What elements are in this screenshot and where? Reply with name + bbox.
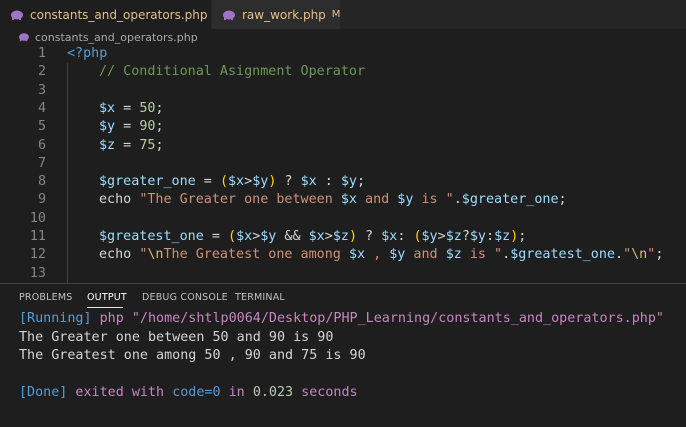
tab-debug-console[interactable]: DEBUG CONSOLE (142, 292, 228, 303)
code-line: 1 <?php (0, 45, 686, 63)
php-elephant-icon (222, 9, 236, 21)
code-editor[interactable]: 1 <?php 2// Conditional Asignment Operato… (0, 45, 686, 283)
code-line: 3 (0, 82, 686, 100)
output-line: [Done] exited with code=0 in 0.023 secon… (19, 385, 358, 400)
line-number: 3 (37, 82, 46, 98)
code-line: 9 echo "The Greater one between $x and $y… (0, 191, 686, 209)
tab-raw-work[interactable]: raw_work.php M (211, 0, 340, 29)
breadcrumb[interactable]: constants_and_operators.php (0, 29, 686, 45)
output-line: The Greatest one among 50 , 90 and 75 is… (19, 348, 366, 363)
code-line: 5 $y = 90; (0, 118, 686, 136)
line-number: 7 (37, 155, 46, 171)
tab-label: raw_work.php (242, 7, 326, 22)
line-number: 2 (37, 64, 46, 80)
tab-terminal[interactable]: TERMINAL (235, 292, 285, 303)
tab-constants-and-operators[interactable]: constants_and_operators.php U ✕ (0, 0, 248, 29)
php-elephant-icon (18, 32, 30, 42)
tab-problems[interactable]: PROBLEMS (19, 292, 72, 303)
line-number: 5 (37, 119, 46, 135)
code-line: 8 $greater_one = ($x>$y) ? $x : $y; (0, 173, 686, 191)
code-line: 4 $x = 50; (0, 100, 686, 118)
line-number: 9 (37, 192, 46, 208)
code-line: 7 (0, 155, 686, 173)
panel-tabs: PROBLEMS OUTPUT DEBUG CONSOLE TERMINAL (0, 284, 686, 312)
code-line: 10 (0, 210, 686, 228)
line-number: 11 (29, 229, 46, 244)
code-line: 11 $greatest_one = ($x>$y && $x>$z) ? $x:… (0, 228, 686, 246)
code-line: 6 $z = 75; (0, 137, 686, 155)
output-line: The Greater one between 50 and 90 is 90 (19, 329, 334, 345)
editor-tab-bar: constants_and_operators.php U ✕ raw_work… (0, 0, 686, 29)
tab-label: constants_and_operators.php (30, 7, 208, 22)
line-number: 1 (37, 46, 46, 61)
output-log[interactable]: [Running] php "/home/shtlp0064/Desktop/P… (19, 310, 664, 403)
line-number: 8 (37, 174, 46, 190)
breadcrumb-file[interactable]: constants_and_operators.php (35, 31, 198, 44)
code-line: 13 (0, 265, 686, 283)
line-number: 10 (29, 210, 46, 226)
code-line: 2// Conditional Asignment Operator (0, 63, 686, 81)
bottom-panel: PROBLEMS OUTPUT DEBUG CONSOLE TERMINAL [… (0, 283, 686, 427)
modified-badge: M (331, 9, 341, 20)
line-number: 12 (29, 247, 46, 263)
line-number: 4 (37, 100, 46, 116)
line-number: 6 (37, 137, 46, 153)
tab-output[interactable]: OUTPUT (87, 292, 127, 303)
output-line: [Running] php "/home/shtlp0064/Desktop/P… (19, 311, 664, 326)
php-elephant-icon (10, 9, 24, 21)
code-line: 12 echo "\nThe Greatest one among $x , $y… (0, 246, 686, 264)
output-blank (19, 366, 664, 385)
line-number: 13 (29, 265, 46, 281)
active-tab-underline (87, 307, 123, 308)
